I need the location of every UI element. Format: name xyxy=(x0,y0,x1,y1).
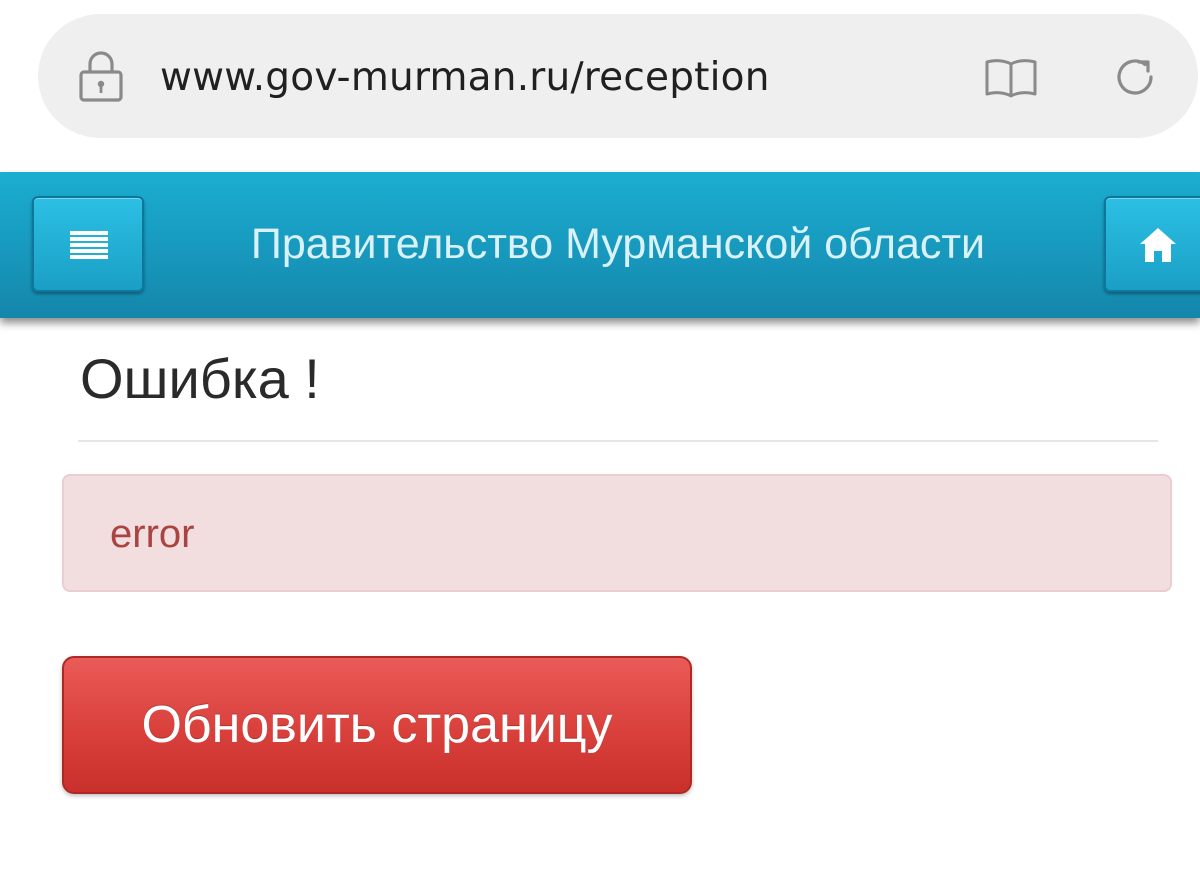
home-button[interactable] xyxy=(1104,196,1200,292)
url-text[interactable]: www.gov-murman.ru/reception xyxy=(160,52,770,104)
divider xyxy=(78,440,1158,442)
page: www.gov-murman.ru/reception Правительств… xyxy=(0,0,1200,894)
reader-mode-icon[interactable] xyxy=(984,56,1038,98)
page-title: Ошибка ! xyxy=(80,347,320,410)
lock-icon[interactable] xyxy=(78,50,124,102)
error-alert-text: error xyxy=(110,512,195,556)
site-header: Правительство Мурманской области xyxy=(0,172,1200,318)
home-icon xyxy=(1140,228,1176,262)
reload-page-button[interactable]: Обновить страницу xyxy=(62,656,692,794)
error-alert: error xyxy=(62,474,1172,592)
site-title[interactable]: Правительство Мурманской области xyxy=(0,216,1200,272)
reload-icon[interactable] xyxy=(1112,54,1158,100)
